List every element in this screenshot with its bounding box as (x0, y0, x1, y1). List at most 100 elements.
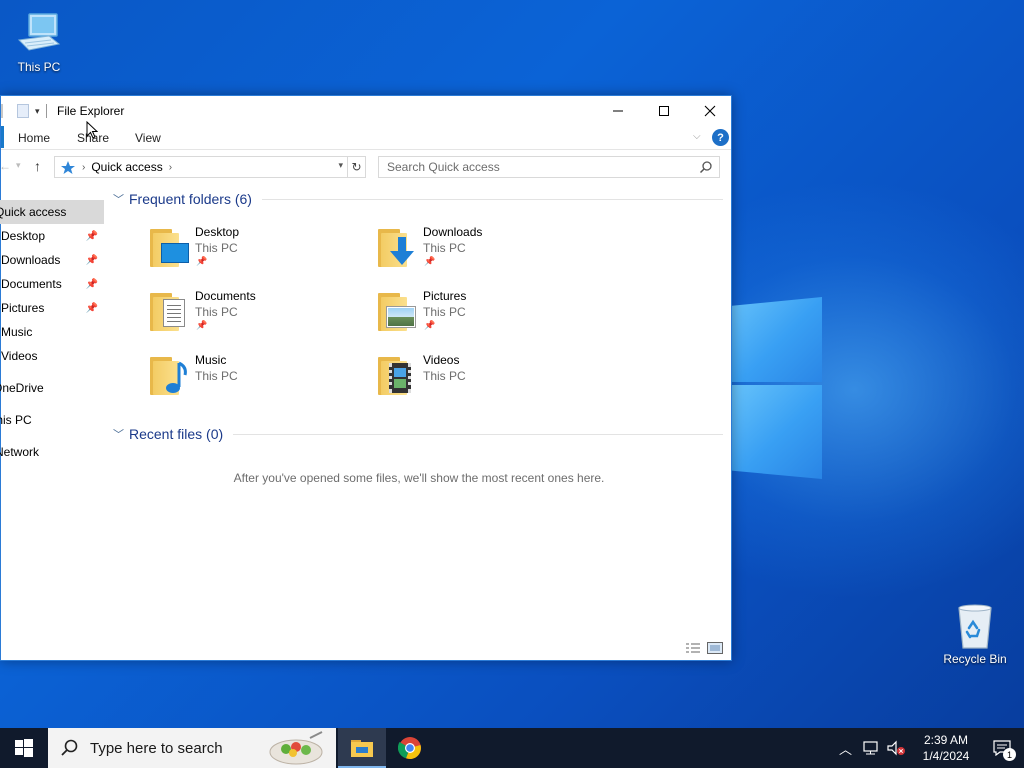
pin-icon: 📌 (196, 320, 208, 330)
maximize-button[interactable] (641, 96, 687, 126)
search-icon (61, 739, 78, 756)
navigation-pane: Quick access Desktop 📌 Downloads 📌 Documen… (0, 200, 104, 464)
nav-item-music[interactable]: Music (1, 320, 104, 344)
close-button[interactable] (687, 96, 733, 126)
pin-icon: 📌 (424, 320, 436, 330)
desktop-icon-label: This PC (17, 60, 61, 74)
search-highlight-food-icon (269, 731, 323, 765)
nav-item-documents[interactable]: Documents 📌 (1, 272, 104, 296)
folder-tile-videos[interactable]: Videos This PC (341, 353, 561, 409)
this-pc-icon (15, 10, 63, 58)
title-bar[interactable]: ▾ File Explorer (1, 96, 731, 126)
recent-files-header[interactable]: ﹀ Recent files (0) (113, 426, 723, 442)
desktop-icon-recycle-bin[interactable]: Recycle Bin (936, 602, 1014, 666)
folder-tile-downloads[interactable]: Downloads This PC 📌 (341, 225, 561, 281)
system-tray: ︿ 2:39 AM 1/4/2024 1 (839, 728, 1024, 768)
address-bar[interactable]: › Quick access › ▾ (54, 156, 348, 178)
file-tab[interactable] (1, 126, 4, 148)
folder-name: Videos (423, 353, 460, 367)
folder-location: This PC (195, 305, 238, 319)
nav-item-label: Downloads (1, 253, 61, 267)
action-center-button[interactable]: 1 (980, 728, 1024, 768)
nav-item-pictures[interactable]: Pictures 📌 (1, 296, 104, 320)
back-button[interactable]: ← (0, 159, 11, 173)
file-explorer-icon (351, 740, 373, 757)
folder-name: Pictures (423, 289, 467, 303)
pin-icon: 📌 (196, 256, 208, 266)
search-box[interactable] (378, 156, 720, 178)
nav-item-label: Music (1, 325, 33, 339)
folder-tile-music[interactable]: Music This PC (113, 353, 333, 409)
breadcrumb-quick-access[interactable]: Quick access (91, 160, 162, 174)
large-icons-view-icon[interactable] (707, 642, 723, 654)
group-header-label: Recent files (0) (129, 426, 224, 442)
view-switcher (685, 642, 723, 654)
volume-muted-icon[interactable] (886, 740, 906, 756)
minimize-button[interactable] (595, 96, 641, 126)
breadcrumb-chevron-icon[interactable]: › (169, 162, 172, 173)
nav-item-desktop[interactable]: Desktop 📌 (1, 224, 104, 248)
details-view-icon[interactable] (685, 642, 701, 654)
tab-view[interactable]: View (135, 131, 161, 145)
up-button[interactable]: ↑ (34, 158, 41, 174)
title-separator (45, 104, 47, 118)
close-icon (704, 105, 716, 117)
recycle-bin-icon (951, 602, 999, 650)
new-folder-qa-icon[interactable] (17, 104, 29, 118)
pin-icon: 📌 (424, 256, 436, 266)
chevron-down-icon[interactable]: ﹀ (113, 426, 129, 442)
folder-tile-pictures[interactable]: Pictures This PC 📌 (341, 289, 561, 345)
clock-time: 2:39 AM (923, 733, 969, 747)
nav-item-this-pc[interactable]: This PC (0, 408, 104, 432)
tab-home[interactable]: Home (18, 131, 50, 145)
taskbar-chrome[interactable] (386, 728, 434, 768)
nav-item-label: This PC (0, 413, 32, 427)
desktop-icon-this-pc[interactable]: This PC (0, 10, 78, 74)
windows-start-icon (15, 739, 33, 757)
nav-item-quick-access[interactable]: Quick access (0, 200, 104, 224)
folder-location: This PC (423, 305, 466, 319)
folder-small-icon[interactable] (1, 104, 3, 118)
search-icon (699, 161, 712, 174)
videos-folder-icon (377, 353, 417, 397)
folder-location: This PC (195, 369, 238, 383)
taskbar-search-box[interactable] (48, 728, 336, 768)
recent-files-empty-message: After you've opened some files, we'll sh… (233, 471, 605, 485)
divider (233, 433, 723, 435)
folder-tile-documents[interactable]: Documents This PC 📌 (113, 289, 333, 345)
folder-location: This PC (423, 241, 466, 255)
frequent-folders-header[interactable]: ﹀ Frequent folders (6) (113, 191, 723, 207)
nav-item-label: Documents (1, 277, 62, 291)
ribbon-tabs: Home Share View ⌵ ? (1, 126, 731, 150)
address-dropdown-icon[interactable]: ▾ (338, 160, 343, 171)
start-button[interactable] (0, 728, 48, 768)
breadcrumb-chevron-icon[interactable]: › (82, 162, 85, 173)
documents-folder-icon (149, 289, 189, 333)
nav-item-onedrive[interactable]: OneDrive (0, 376, 104, 400)
recent-locations-icon[interactable]: ▾ (16, 160, 21, 171)
file-explorer-window[interactable]: ▾ File Explorer Home Share View ⌵ ? ← ▾ … (0, 95, 732, 661)
nav-item-videos[interactable]: Videos (1, 344, 104, 368)
navigation-bar: ← ▾ ↑ › Quick access › ▾ ↻ (0, 152, 731, 182)
qa-dropdown-icon[interactable]: ▾ (35, 106, 40, 117)
minimize-icon (613, 110, 623, 112)
downloads-folder-icon (377, 225, 417, 269)
ribbon-expand-icon[interactable]: ⌵ (693, 131, 701, 142)
network-icon[interactable] (862, 740, 880, 756)
mouse-cursor-icon (86, 121, 98, 139)
show-hidden-icons-chevron-icon[interactable]: ︿ (839, 739, 852, 758)
taskbar-search-input[interactable] (90, 739, 270, 757)
nav-item-downloads[interactable]: Downloads 📌 (1, 248, 104, 272)
chevron-down-icon[interactable]: ﹀ (113, 191, 129, 207)
refresh-button[interactable]: ↻ (348, 156, 366, 178)
search-input[interactable] (379, 158, 699, 176)
folder-tile-desktop[interactable]: Desktop This PC 📌 (113, 225, 333, 281)
divider (261, 198, 723, 200)
nav-item-network[interactable]: Network (0, 440, 104, 464)
help-icon[interactable]: ? (712, 129, 729, 146)
taskbar-file-explorer[interactable] (338, 728, 386, 768)
clock[interactable]: 2:39 AM 1/4/2024 (916, 732, 976, 764)
nav-item-label: Videos (1, 349, 38, 363)
nav-item-label: Quick access (0, 205, 67, 219)
folder-location: This PC (423, 369, 466, 383)
